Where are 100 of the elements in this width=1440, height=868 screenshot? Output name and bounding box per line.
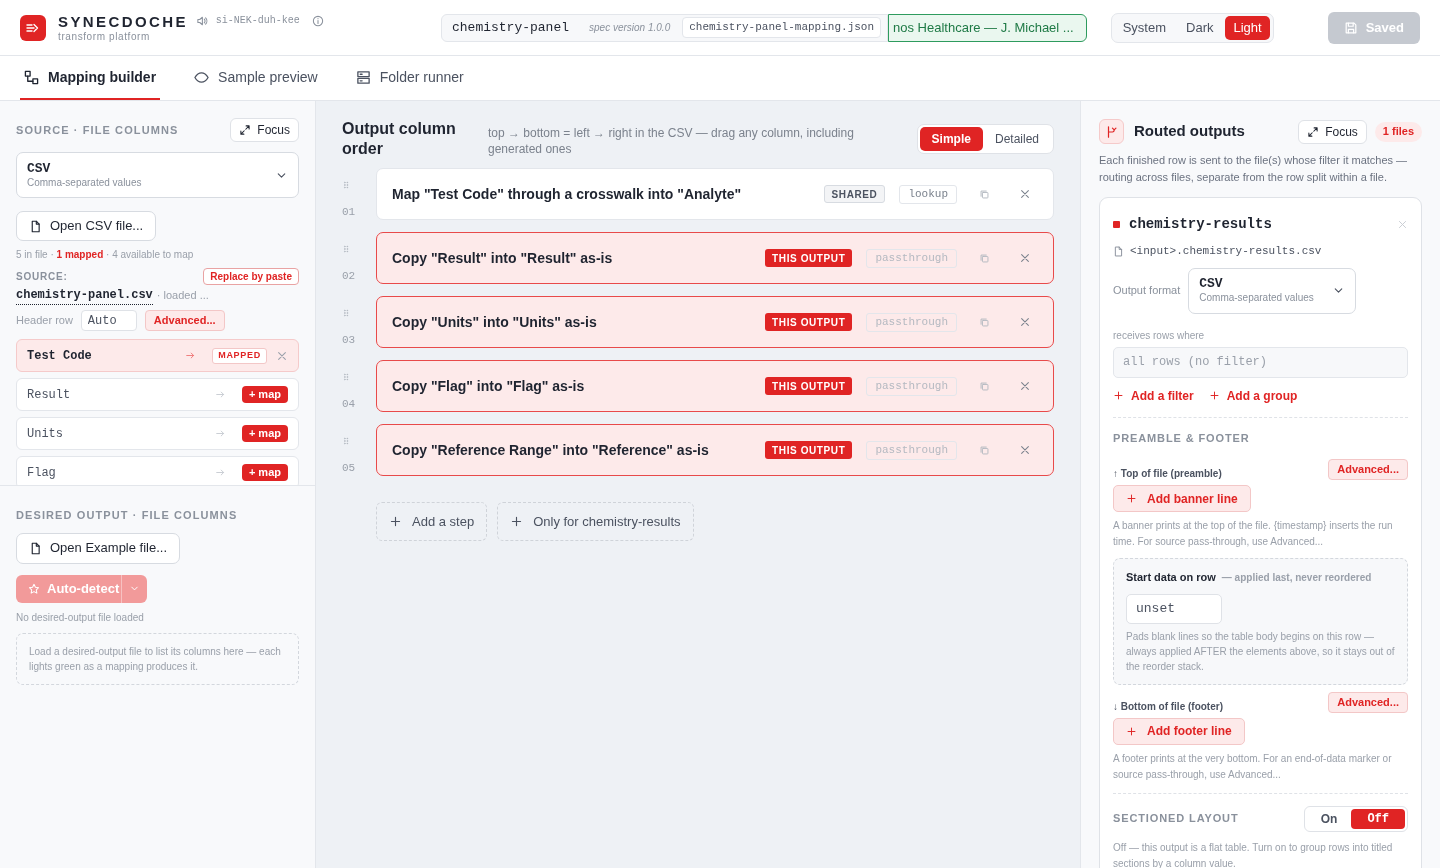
close-icon <box>1019 188 1031 200</box>
plus-icon <box>510 515 524 528</box>
theme-option[interactable]: System <box>1114 15 1175 40</box>
drag-handle-icon <box>341 372 351 382</box>
tab[interactable]: Folder runner <box>351 56 468 100</box>
add-line-button[interactable]: Add footer line <box>1113 717 1245 745</box>
transform-tag: passthrough <box>866 312 957 332</box>
drag-handle-icon <box>341 180 351 190</box>
source-column-row[interactable]: Result + map <box>16 378 299 411</box>
file-icon <box>29 219 42 233</box>
format-select[interactable]: CSV Comma-separated values <box>1188 267 1357 314</box>
owner-chip: nos Healthcare — J. Michael ... <box>888 13 1087 42</box>
step-card[interactable]: Map "Test Code" through a crosswalk into "Analyte" SHARED lookup <box>376 168 1054 220</box>
header-row-field[interactable]: Auto <box>80 310 137 331</box>
advanced-button[interactable]: Advanced... <box>144 310 225 331</box>
map-button[interactable]: + map <box>241 386 288 403</box>
aside-text: — applied last, never reordered <box>1221 570 1372 585</box>
panel-title: Output column order <box>342 119 457 159</box>
section-heading: SECTIONED LAYOUT <box>1113 811 1239 827</box>
speaker-icon <box>195 15 208 27</box>
column-name: Flag <box>27 464 57 482</box>
file-icon <box>29 541 42 555</box>
expand-icon <box>1307 125 1320 138</box>
sub-heading: ↑ Top of file (preamble) <box>1113 467 1222 481</box>
arrow-right-icon <box>185 350 197 361</box>
file-chip: chemistry-panel-mapping.json <box>682 17 882 38</box>
step-text: Map "Test Code" through a crosswalk into "Analyte" <box>392 184 743 204</box>
source-column-row[interactable]: Units + map <box>16 417 299 450</box>
copy-icon <box>979 316 990 328</box>
toggle-option[interactable]: Off <box>1351 808 1405 829</box>
transform-tag: passthrough <box>866 248 957 268</box>
scope-badge: THIS OUTPUT <box>765 249 853 267</box>
count-badge: 1 files <box>1374 121 1422 142</box>
column-name: Result <box>27 386 72 404</box>
step-text: Copy "Flag" into "Flag" as-is <box>392 376 586 396</box>
copy-icon <box>979 444 990 456</box>
transform-tag: lookup <box>899 184 957 204</box>
plus-icon <box>389 515 402 528</box>
info-icon <box>311 15 324 27</box>
view-mode-option[interactable]: Detailed <box>982 127 1051 151</box>
plus-icon <box>1113 390 1124 401</box>
panel-hint: top → bottom = left → right in the CSV — drag any column, including generated ones <box>488 125 855 157</box>
add-filter-link[interactable]: Add a filter <box>1113 386 1194 405</box>
add-filter-link[interactable]: Add a group <box>1208 386 1298 405</box>
toggle-option[interactable]: On <box>1306 808 1352 829</box>
filter-field[interactable]: all rows (no filter) <box>1113 346 1408 378</box>
step-card[interactable]: Copy "Result" into "Result" as-is THIS OUTPUT passthrough <box>376 232 1054 284</box>
source-column-row[interactable]: Test Code MAPPED <box>16 339 299 372</box>
step-number: 03 <box>342 335 356 346</box>
map-button[interactable]: + map <box>241 464 288 481</box>
nodes-icon <box>24 69 39 85</box>
transform-tag: passthrough <box>866 440 957 460</box>
copy-icon <box>979 252 990 264</box>
star-icon <box>28 582 40 595</box>
drag-handle-icon <box>341 436 351 446</box>
brand-subtitle: transform platform <box>58 31 151 42</box>
add-step-button[interactable]: Add a step <box>376 502 488 541</box>
format-select[interactable]: CSV Comma-separated values <box>16 152 299 198</box>
status-text: No desired-output file loaded <box>16 610 145 625</box>
step-card[interactable]: Copy "Units" into "Units" as-is THIS OUTPUT passthrough <box>376 296 1054 348</box>
start-row-field[interactable]: unset <box>1126 593 1222 624</box>
expand-icon <box>239 124 252 136</box>
output-path: <input>.chemistry-results.csv <box>1130 244 1322 259</box>
help-text: A footer prints at the very bottom. For an end-of-data marker or source pass-through, use Advanced... <box>1113 750 1408 794</box>
step-number: 04 <box>342 399 356 410</box>
close-icon <box>1019 316 1031 328</box>
replace-button[interactable]: Replace by paste <box>203 268 299 285</box>
map-button[interactable]: + map <box>241 425 288 442</box>
add-step-button[interactable]: Only for chemistry-results <box>497 502 694 541</box>
file-name-link[interactable]: chemistry-panel.csv <box>16 286 153 305</box>
file-status: · loaded ... <box>156 288 209 304</box>
theme-option[interactable]: Dark <box>1178 15 1222 40</box>
arrow-right-icon <box>214 389 226 400</box>
step-card[interactable]: Copy "Reference Range" into "Reference" as-is THIS OUTPUT passthrough <box>376 424 1054 476</box>
empty-hint: Load a desired-output file to list its columns here — each lights green as a mapping produces it. <box>16 632 299 685</box>
open-file-button[interactable]: Open Example file... <box>16 532 181 564</box>
theme-option[interactable]: Light <box>1225 15 1270 40</box>
focus-button[interactable]: Focus <box>1298 119 1367 144</box>
field-label: receives rows where <box>1113 328 1206 343</box>
help-text: A banner prints at the top of the file. {timestamp} inserts the run time. For source pass-through, use Advanced... <box>1113 519 1394 549</box>
drag-handle-icon <box>341 308 351 318</box>
step-card[interactable]: Copy "Flag" into "Flag" as-is THIS OUTPUT passthrough <box>376 360 1054 412</box>
advanced-button[interactable]: Advanced... <box>1328 459 1408 480</box>
rows-icon <box>355 69 371 85</box>
source-column-row[interactable]: Flag + map <box>16 456 299 485</box>
spec-name: chemistry-panel <box>452 18 570 37</box>
tab[interactable]: Sample preview <box>190 56 322 100</box>
plus-icon <box>1126 725 1137 737</box>
advanced-button[interactable]: Advanced... <box>1328 691 1408 713</box>
column-counts: 5 in file · 1 mapped · 4 available to map <box>16 248 195 262</box>
brand-name: SYNECDOCHE <box>58 13 188 29</box>
view-mode-option[interactable]: Simple <box>919 127 983 151</box>
close-icon <box>1019 444 1031 456</box>
open-file-button[interactable]: Open CSV file... <box>16 211 157 241</box>
column-name: Units <box>27 425 64 443</box>
step-text: Copy "Units" into "Units" as-is <box>392 312 598 332</box>
focus-button[interactable]: Focus <box>230 118 299 142</box>
add-line-button[interactable]: Add banner line <box>1113 485 1251 512</box>
pronunciation: si-NEK-duh-kee <box>215 16 300 26</box>
close-icon <box>1397 219 1408 230</box>
